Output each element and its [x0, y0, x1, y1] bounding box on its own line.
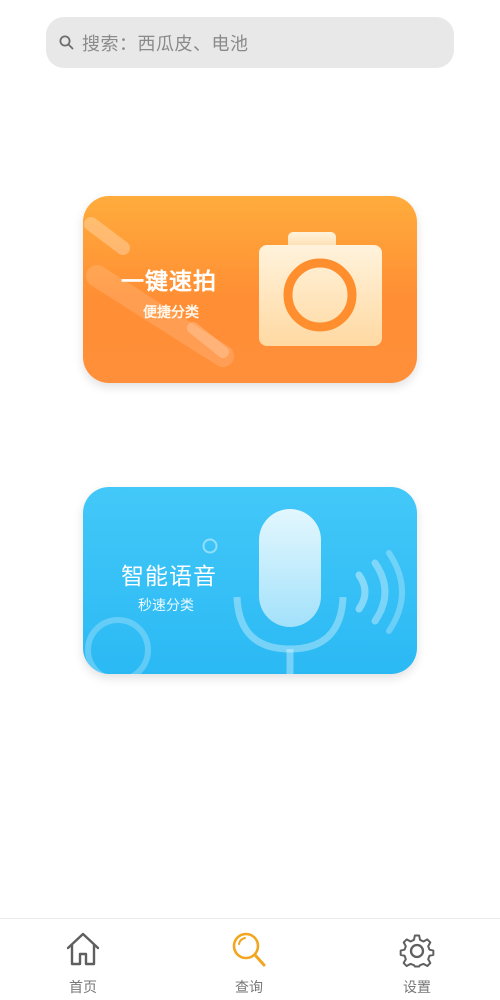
camera-icon	[259, 232, 382, 346]
search-placeholder: 搜索：西瓜皮、电池	[82, 33, 249, 55]
tab-home[interactable]: 首页	[43, 929, 123, 999]
tab-label: 首页	[69, 980, 97, 996]
smart-voice-card[interactable]: 智能语音 秒速分类	[83, 487, 417, 674]
app-screen: 搜索：西瓜皮、电池 一键速拍 便捷分类 智能语音 秒速分类 首页 查询 设置	[0, 0, 500, 1000]
tab-label: 设置	[403, 980, 431, 996]
tab-search[interactable]: 查询	[209, 929, 289, 999]
search-bar[interactable]: 搜索：西瓜皮、电池	[46, 17, 454, 68]
gear-icon	[399, 934, 435, 968]
tab-label: 查询	[235, 980, 263, 996]
quick-photo-card[interactable]: 一键速拍 便捷分类	[83, 196, 417, 383]
tab-settings[interactable]: 设置	[377, 929, 457, 999]
home-icon	[66, 932, 100, 966]
search-icon	[232, 932, 266, 967]
search-icon	[58, 34, 76, 52]
bottom-tab-bar: 首页 查询 设置	[0, 918, 500, 1000]
microphone-icon	[233, 509, 405, 674]
